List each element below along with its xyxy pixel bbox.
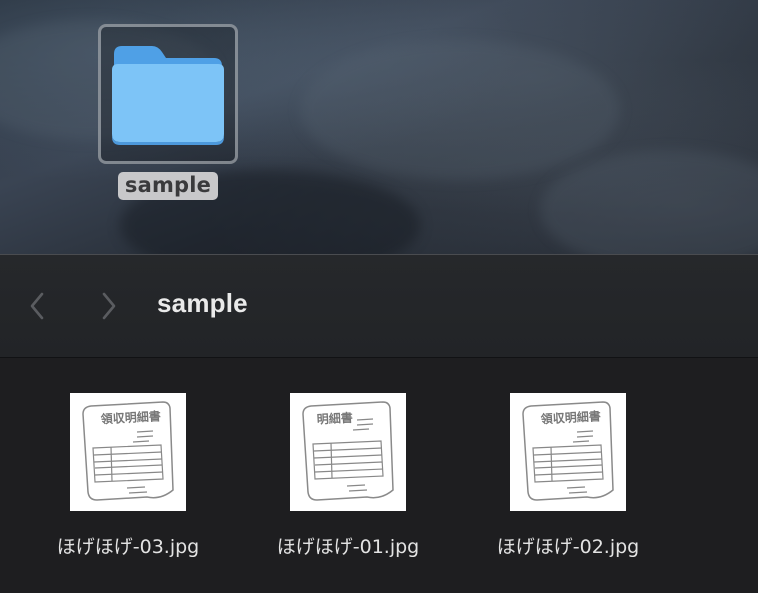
file-name[interactable]: ほげほげ-01.jpg [277, 532, 419, 559]
wallpaper-shade [300, 40, 620, 180]
file-item[interactable]: 領収明細書 ほげほげ-03.jpg [28, 393, 228, 559]
file-thumbnail[interactable]: 領収明細書 [510, 393, 626, 511]
desktop-folder-sample[interactable]: sample [96, 24, 240, 200]
wallpaper-shade [540, 150, 758, 254]
thumb-heading: 領収明細書 [99, 408, 161, 426]
receipt-document-icon: 明細書 [302, 401, 394, 501]
file-item[interactable]: 明細書 ほげほげ-01.jpg [248, 393, 448, 559]
file-grid: 領収明細書 ほげほげ-03.jpg 明細書 ほげほげ-01.jpg 領収明細書 … [0, 358, 758, 593]
thumb-heading: 領収明細書 [539, 408, 601, 426]
file-name[interactable]: ほげほげ-02.jpg [497, 532, 639, 559]
file-item[interactable]: 領収明細書 ほげほげ-02.jpg [468, 393, 668, 559]
window-toolbar: sample [0, 255, 758, 358]
file-thumbnail[interactable]: 明細書 [290, 393, 406, 511]
file-name[interactable]: ほげほげ-03.jpg [57, 532, 199, 559]
receipt-document-icon: 領収明細書 [522, 401, 614, 501]
window-title: sample [157, 288, 248, 318]
back-button[interactable] [22, 289, 52, 323]
finder-window: sample 領収明細書 ほげほげ-03.jpg 明細書 ほげほげ-01.jpg… [0, 254, 758, 593]
chevron-left-icon [30, 292, 44, 320]
folder-label[interactable]: sample [117, 172, 219, 200]
folder-icon [112, 46, 224, 145]
file-thumbnail[interactable]: 領収明細書 [70, 393, 186, 511]
forward-button[interactable] [94, 289, 124, 323]
receipt-document-icon: 領収明細書 [82, 401, 174, 501]
chevron-right-icon [102, 292, 116, 320]
folder-selection-box[interactable] [98, 24, 238, 164]
thumb-heading: 明細書 [316, 410, 353, 427]
desktop-wallpaper: sample [0, 0, 758, 254]
